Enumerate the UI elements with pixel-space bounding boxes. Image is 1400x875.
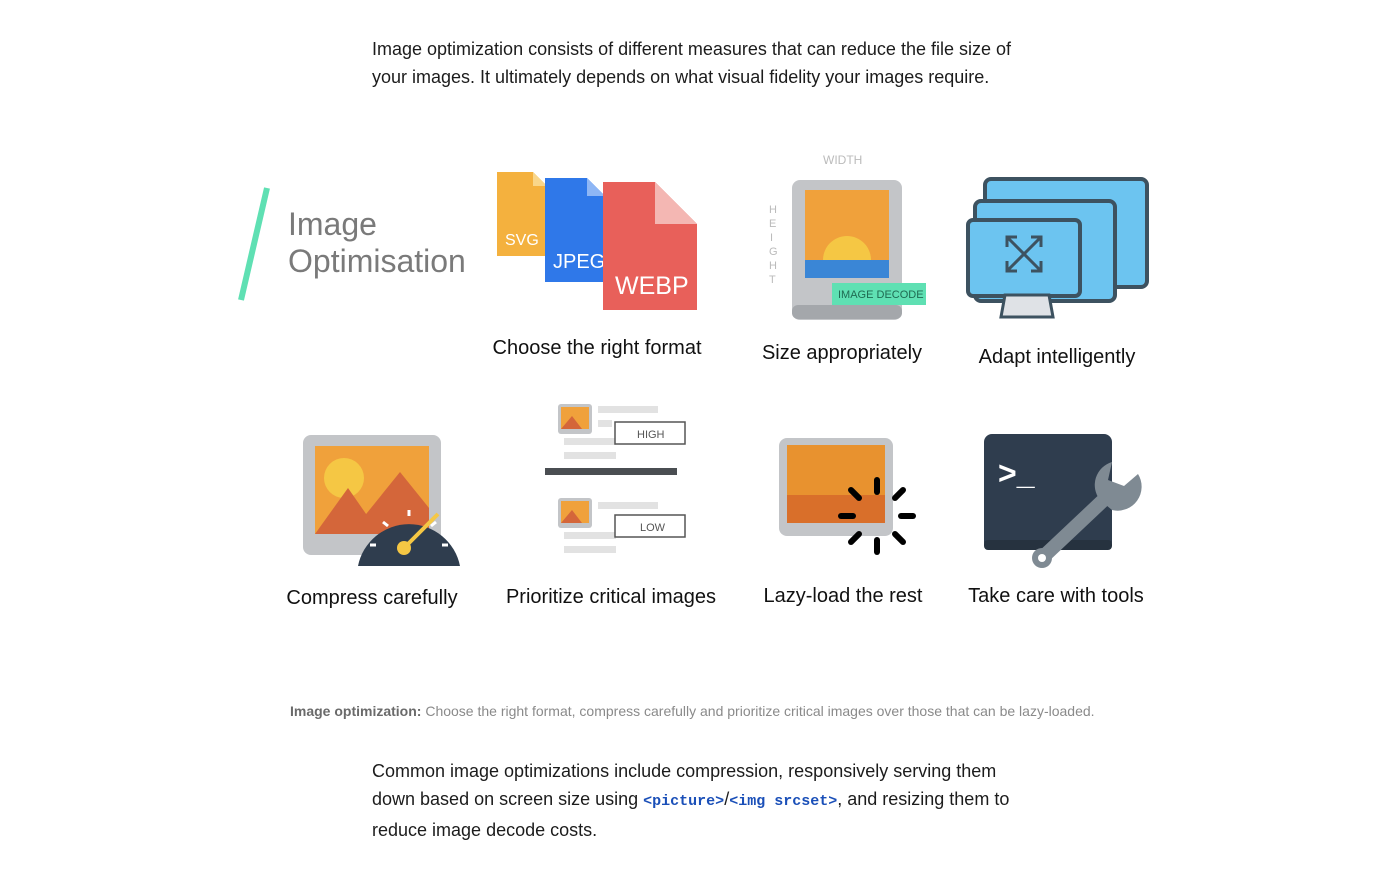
svg-text:LOW: LOW — [640, 522, 666, 534]
label-size-appropriately: Size appropriately — [761, 342, 923, 364]
outro-paragraph: Common image optimizations include compr… — [372, 757, 1022, 844]
svg-text:IMAGE DECODE: IMAGE DECODE — [838, 289, 924, 301]
adapt-monitors-icon — [966, 177, 1149, 319]
label-adapt-intelligently: Adapt intelligently — [978, 346, 1136, 368]
svg-text:H: H — [769, 204, 777, 216]
svg-text:SVG: SVG — [505, 232, 539, 249]
intro-paragraph: Image optimization consists of different… — [372, 35, 1022, 91]
intro-line-1: Image optimization consists of different… — [372, 39, 1011, 59]
figure-caption: Image optimization: Choose the right for… — [290, 703, 1095, 719]
caption-text: Choose the right format, compress carefu… — [421, 703, 1095, 719]
svg-text:HIGH: HIGH — [637, 429, 665, 441]
svg-text:JPEG: JPEG — [553, 251, 605, 273]
intro-line-2: your images. It ultimately depends on wh… — [372, 67, 990, 87]
terminal-wrench-icon: >_ — [984, 434, 1142, 568]
svg-text:>_: >_ — [998, 455, 1036, 491]
image-optimisation-figure: Image Optimisation SVG JPEG WEBP Choose … — [230, 140, 1170, 630]
label-take-care-tools: Take care with tools — [968, 585, 1144, 607]
label-lazy-load: Lazy-load the rest — [763, 585, 923, 607]
svg-text:WEBP: WEBP — [615, 272, 689, 300]
code-img-srcset: <img srcset> — [729, 793, 838, 810]
caption-bold: Image optimization: — [290, 703, 422, 719]
file-formats-icon: SVG JPEG WEBP — [497, 172, 697, 310]
figure-title: Image Optimisation — [288, 206, 466, 279]
lazy-load-spinner-icon — [779, 438, 916, 555]
outro-line-3: reduce image decode costs. — [372, 820, 598, 840]
svg-text:I: I — [770, 232, 773, 244]
accent-slash — [238, 187, 270, 301]
prioritize-list-icon: HIGH LOW — [545, 404, 686, 553]
code-picture: <picture> — [643, 793, 725, 810]
compress-gauge-icon — [303, 435, 460, 566]
svg-text:E: E — [769, 218, 776, 230]
label-compress-carefully: Compress carefully — [286, 587, 458, 609]
outro-line-1: Common image optimizations include compr… — [372, 761, 997, 781]
svg-text:G: G — [769, 246, 778, 258]
svg-text:WIDTH: WIDTH — [823, 153, 862, 167]
size-icon: WIDTH HEI GHT IMAGE DECODE — [769, 153, 926, 320]
label-prioritize-critical: Prioritize critical images — [505, 586, 717, 608]
label-choose-format: Choose the right format — [492, 337, 702, 359]
outro-line-2a: down based on screen size using — [372, 789, 644, 809]
svg-text:H: H — [769, 260, 777, 272]
svg-text:T: T — [769, 274, 776, 286]
outro-line-2b: , and resizing them to — [837, 789, 1010, 809]
